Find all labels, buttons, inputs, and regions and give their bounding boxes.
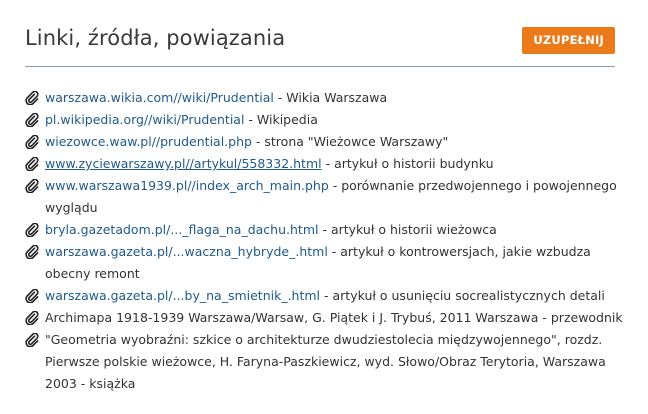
section-header: Linki, źródła, powiązania UZUPEŁNIJ (25, 22, 615, 67)
list-item: Archimapa 1918-1939 Warszawa/Warsaw, G. … (25, 307, 625, 329)
source-link[interactable]: www.zyciewarszawy.pl//artykul/558332.htm… (45, 156, 322, 171)
paperclip-icon (25, 311, 40, 325)
list-item: warszawa.gazeta.pl/...by_na_smietnik_.ht… (25, 285, 625, 307)
source-link[interactable]: bryla.gazetadom.pl/..._flaga_na_dachu.ht… (45, 222, 318, 237)
list-item: "Geometria wyobraźni: szkice o architekt… (25, 329, 625, 395)
source-link[interactable]: warszawa.gazeta.pl/...by_na_smietnik_.ht… (45, 288, 320, 303)
paperclip-icon (25, 333, 40, 347)
link-description: - Wikia Warszawa (273, 90, 388, 105)
link-description: - Wikipedia (244, 112, 318, 127)
paperclip-icon (25, 113, 40, 127)
link-description: - artykuł o historii wieżowca (318, 222, 497, 237)
source-link[interactable]: warszawa.gazeta.pl/...waczna_hybryde_.ht… (45, 244, 328, 259)
link-description: - strona "Wieżowce Warszawy" (251, 134, 449, 149)
paperclip-icon (25, 135, 40, 149)
paperclip-icon (25, 223, 40, 237)
source-link[interactable]: www.warszawa1939.pl//index_arch_main.php (45, 178, 329, 193)
paperclip-icon (25, 157, 40, 171)
source-description: "Geometria wyobraźni: szkice o architekt… (45, 332, 606, 391)
links-list: warszawa.wikia.com//wiki/Prudential - Wi… (25, 87, 625, 395)
list-item: warszawa.wikia.com//wiki/Prudential - Wi… (25, 87, 625, 109)
source-description: Archimapa 1918-1939 Warszawa/Warsaw, G. … (45, 310, 623, 325)
source-link[interactable]: wiezowce.waw.pl//prudential.php (45, 134, 252, 149)
section-title: Linki, źródła, powiązania (25, 26, 286, 50)
list-item: www.warszawa1939.pl//index_arch_main.php… (25, 175, 625, 219)
paperclip-icon (25, 245, 40, 259)
paperclip-icon (25, 179, 40, 193)
list-item: warszawa.gazeta.pl/...waczna_hybryde_.ht… (25, 241, 625, 285)
links-section: Linki, źródła, powiązania UZUPEŁNIJ wars… (0, 0, 648, 414)
list-item: pl.wikipedia.org//wiki/Prudential - Wiki… (25, 109, 625, 131)
link-description: - artykuł o usunięciu socrealistycznych … (320, 288, 605, 303)
paperclip-icon (25, 91, 40, 105)
source-link[interactable]: pl.wikipedia.org//wiki/Prudential (45, 112, 244, 127)
link-description: - artykuł o historii budynku (321, 156, 494, 171)
list-item: bryla.gazetadom.pl/..._flaga_na_dachu.ht… (25, 219, 625, 241)
list-item: www.zyciewarszawy.pl//artykul/558332.htm… (25, 153, 625, 175)
source-link[interactable]: warszawa.wikia.com//wiki/Prudential (45, 90, 274, 105)
complete-button[interactable]: UZUPEŁNIJ (522, 27, 615, 54)
paperclip-icon (25, 289, 40, 303)
list-item: wiezowce.waw.pl//prudential.php - strona… (25, 131, 625, 153)
